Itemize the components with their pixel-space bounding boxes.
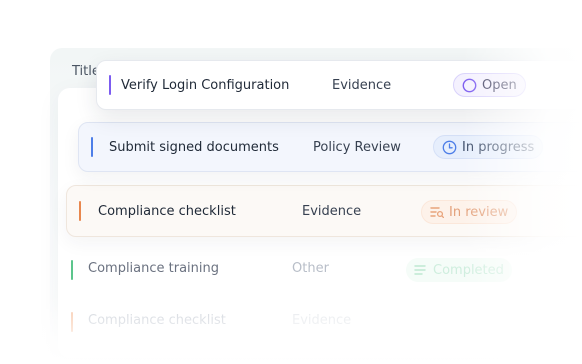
accent-bar [109,75,111,95]
status-label: Completed [433,262,504,278]
status-badge[interactable]: Completed [406,258,512,282]
status-badge[interactable]: In progress [433,135,544,159]
task-card-verify-login-configuration[interactable]: Verify Login Configuration Evidence Open [96,60,582,110]
task-category: Evidence [332,77,392,93]
task-category: Evidence [302,203,362,219]
task-category: Policy Review [313,139,401,155]
accent-bar [79,201,81,221]
task-title: Compliance checklist [98,203,236,219]
clock-icon [442,140,457,155]
task-row-compliance-training[interactable]: Compliance training Other Completed [66,250,582,290]
accent-bar [91,137,93,157]
accent-bar [71,312,73,332]
status-badge[interactable]: Open [453,73,526,97]
task-category: Evidence [292,313,352,328]
task-title: Compliance checklist [88,313,226,328]
circle-icon [462,78,477,93]
task-category: Other [292,261,329,276]
task-table-illustration: Title Compliance checklist Evidence In r… [0,0,582,364]
completed-icon [414,264,428,276]
task-row-compliance-checklist[interactable]: Compliance checklist Evidence [66,302,582,342]
task-title: Compliance training [88,261,220,276]
status-label: Open [482,77,517,93]
review-icon [430,206,444,218]
accent-bar [71,260,73,280]
status-badge[interactable]: In review [421,200,518,224]
status-label: In review [449,204,509,220]
task-title: Verify Login Configuration [121,77,290,93]
task-card-compliance-checklist[interactable]: Compliance checklist Evidence In review [66,185,582,237]
task-card-submit-signed-documents[interactable]: Submit signed documents Policy Review In… [78,122,582,172]
task-title: Submit signed documents [109,139,279,155]
status-label: In progress [462,139,535,155]
